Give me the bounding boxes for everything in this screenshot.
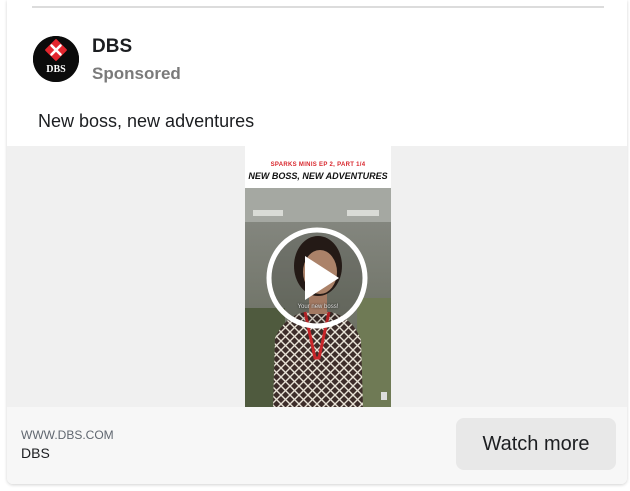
sponsored-label: Sponsored xyxy=(92,64,181,83)
divider xyxy=(32,6,604,8)
video-thumbnail[interactable]: SPARKS MINIS EP 2, PART 1/4 NEW BOSS, NE… xyxy=(245,146,391,407)
play-icon[interactable] xyxy=(265,226,369,330)
link-title[interactable]: DBS xyxy=(21,445,50,461)
ad-footer: WWW.DBS.COM DBS Watch more xyxy=(7,407,627,484)
link-domain[interactable]: WWW.DBS.COM xyxy=(21,428,114,442)
advertiser-name[interactable]: DBS xyxy=(92,36,132,58)
video-title-banner: SPARKS MINIS EP 2, PART 1/4 NEW BOSS, NE… xyxy=(245,146,391,188)
episode-title: NEW BOSS, NEW ADVENTURES xyxy=(248,171,388,181)
sponsored-ad-card: DBS DBS Sponsored New boss, new adventur… xyxy=(7,0,627,484)
ad-header: DBS DBS Sponsored xyxy=(7,34,627,90)
avatar[interactable]: DBS xyxy=(33,36,79,82)
dbs-logo-icon: DBS xyxy=(33,36,79,82)
watch-more-button[interactable]: Watch more xyxy=(456,418,616,470)
ad-caption: New boss, new adventures xyxy=(38,111,255,131)
episode-label: SPARKS MINIS EP 2, PART 1/4 xyxy=(270,162,366,168)
media-container: SPARKS MINIS EP 2, PART 1/4 NEW BOSS, NE… xyxy=(7,146,627,407)
logo-text: DBS xyxy=(46,64,66,75)
